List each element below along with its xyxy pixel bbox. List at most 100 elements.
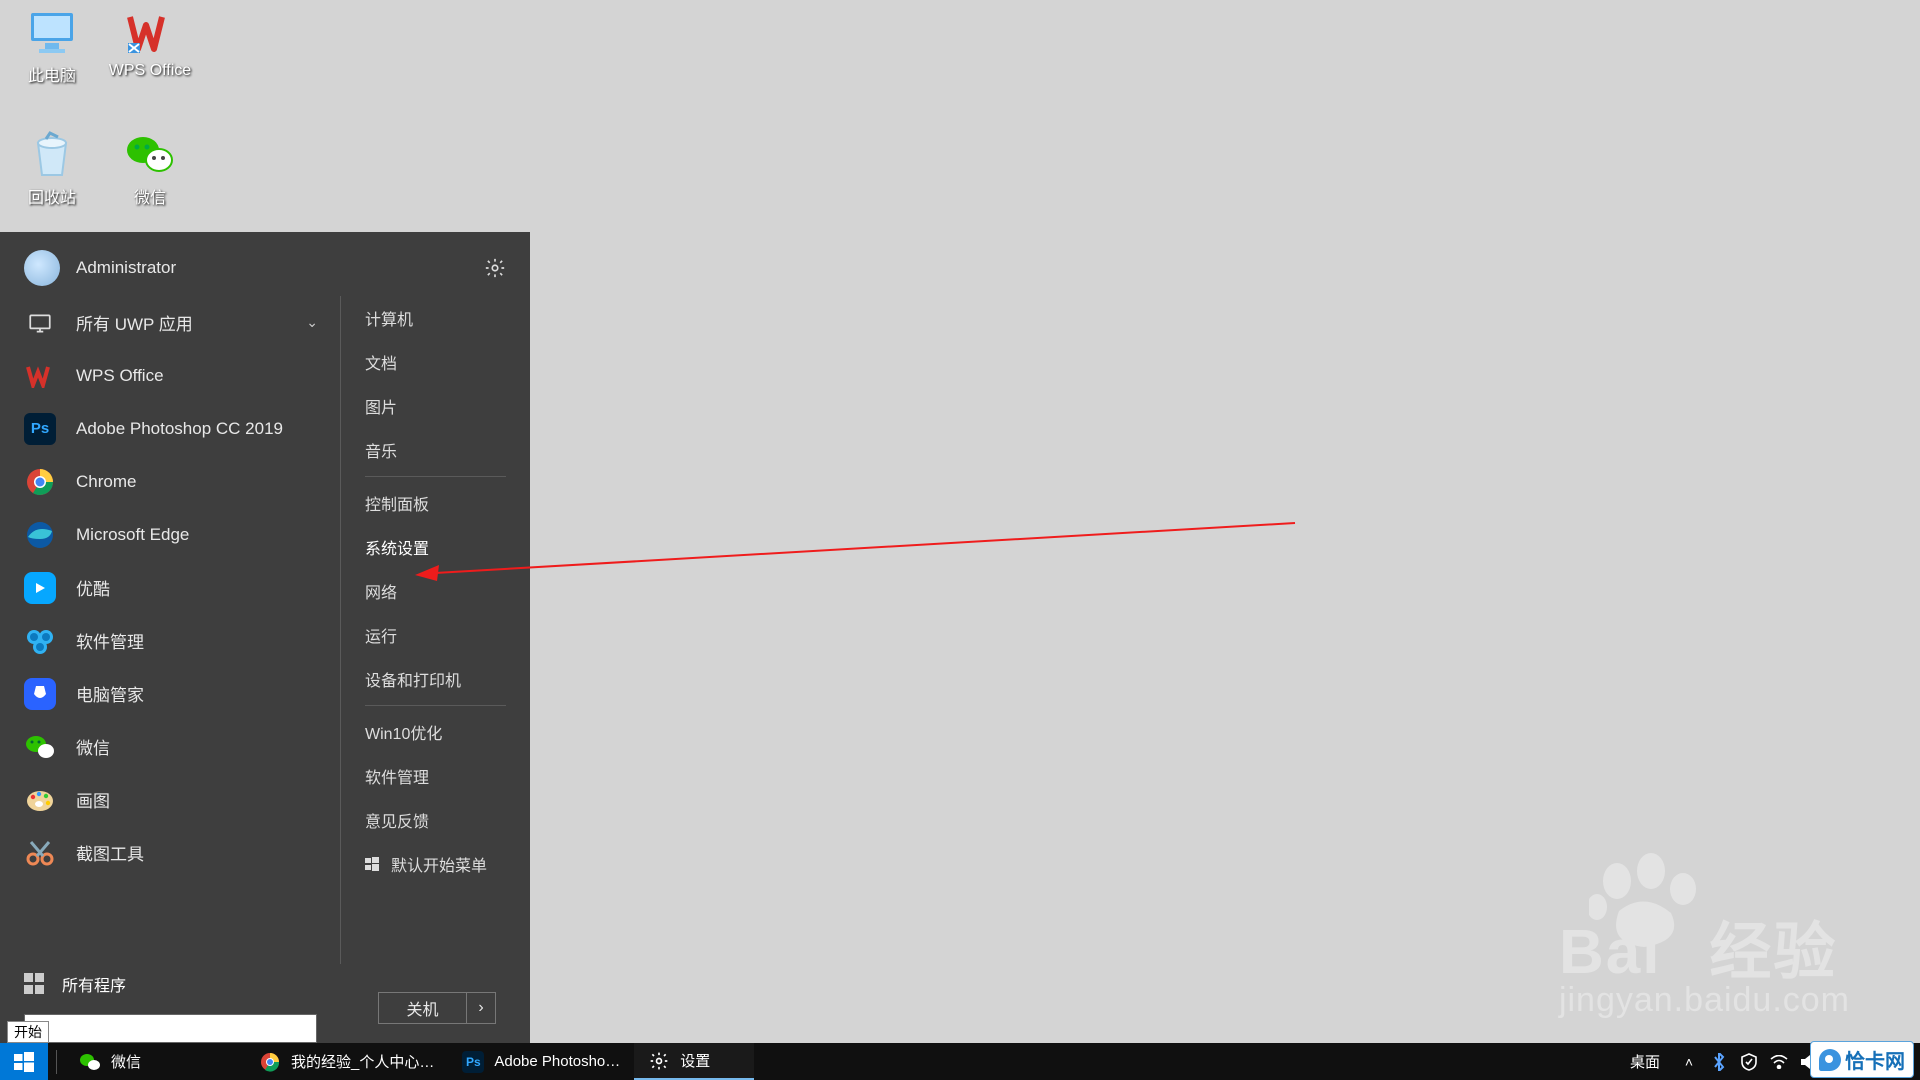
taskbar-app-photoshop[interactable]: Ps Adobe Photosho… [448,1043,634,1080]
link-devices-printers[interactable]: 设备和打印机 [365,657,506,701]
snipping-tool-icon [24,837,56,869]
app-label: Microsoft Edge [76,525,189,545]
app-youku[interactable]: 优酷 [24,561,340,614]
taskbar-app-chrome[interactable]: 我的经验_个人中心… [245,1043,448,1080]
edge-icon [24,519,56,551]
app-label: 画图 [76,787,110,812]
app-label: 所有 UWP 应用 [76,310,193,335]
app-label: Adobe Photoshop CC 2019 [76,419,283,439]
tile-icon [24,973,46,995]
shutdown-group: 关机 › [378,992,496,1024]
recycle-bin-icon [27,130,77,180]
app-label: 软件管理 [76,628,144,653]
all-programs-label: 所有程序 [62,972,126,996]
taskbar-app-settings[interactable]: 设置 [634,1043,754,1080]
app-chrome[interactable]: Chrome [24,455,340,508]
divider [365,476,506,477]
paint-icon [24,784,56,816]
wechat-icon [79,1051,101,1073]
link-run[interactable]: 运行 [365,613,506,657]
start-button[interactable] [0,1043,48,1080]
show-desktop-label[interactable]: 桌面 [1630,1051,1660,1072]
software-manager-icon [24,625,56,657]
divider [365,705,506,706]
taskbar-app-label: 我的经验_个人中心… [291,1051,434,1072]
desktop-icon-label: 微信 [100,184,200,208]
shutdown-button[interactable]: 关机 [378,992,466,1024]
windows-icon [365,857,379,871]
bluetooth-icon[interactable] [1708,1051,1730,1073]
app-wps-office[interactable]: WPS Office [24,349,340,402]
taskbar-app-label: 设置 [680,1050,710,1071]
chrome-icon [24,466,56,498]
link-default-start-menu[interactable]: 默认开始菜单 [365,842,506,886]
link-control-panel[interactable]: 控制面板 [365,481,506,525]
link-computer[interactable]: 计算机 [365,296,506,340]
gear-icon [648,1050,670,1072]
app-snipping-tool[interactable]: 截图工具 [24,826,340,879]
wechat-icon [24,731,56,763]
security-shield-icon[interactable] [1738,1051,1760,1073]
desktop-icon-label: 回收站 [2,184,102,208]
desktop-icon-this-pc[interactable]: 此电脑 [2,8,102,86]
link-system-settings[interactable]: 系统设置 [365,525,506,569]
app-label: 优酷 [76,575,110,600]
youku-icon [24,572,56,604]
desktop-icon-label: WPS Office [100,62,200,80]
taskbar-app-wechat[interactable]: 微信 [65,1043,245,1080]
start-tooltip: 开始 [7,1021,49,1043]
wps-icon [24,360,56,392]
chrome-icon [259,1051,281,1073]
watermark: Bai经验 jingyan.baidu.com [1559,901,1850,1020]
desktop-icon-recycle-bin[interactable]: 回收站 [2,130,102,208]
app-label: 电脑管家 [76,681,144,706]
link-documents[interactable]: 文档 [365,340,506,384]
start-places-column: 计算机 文档 图片 音乐 控制面板 系统设置 网络 运行 设备和打印机 Win1… [340,296,530,964]
pc-icon [27,8,77,58]
app-label: WPS Office [76,366,164,386]
wechat-icon [125,130,175,180]
start-search-input[interactable] [24,1014,317,1043]
link-music[interactable]: 音乐 [365,428,506,472]
link-pictures[interactable]: 图片 [365,384,506,428]
app-wechat[interactable]: 微信 [24,720,340,773]
photoshop-icon: Ps [24,413,56,445]
start-header: Administrator [0,232,530,296]
link-software-mgmt[interactable]: 软件管理 [365,754,506,798]
app-photoshop[interactable]: Ps Adobe Photoshop CC 2019 [24,402,340,455]
wifi-icon[interactable] [1768,1051,1790,1073]
pc-manager-icon [24,678,56,710]
corner-site-logo: 恰卡网 [1810,1041,1914,1078]
annotation-arrow [415,515,1305,585]
tray-chevron-up-icon[interactable]: ˄ [1678,1051,1700,1073]
app-label: 截图工具 [76,840,144,865]
desktop-icon-wechat[interactable]: 微信 [100,130,200,208]
app-edge[interactable]: Microsoft Edge [24,508,340,561]
paw-icon [1589,851,1699,951]
desktop-icon-label: 此电脑 [2,62,102,86]
app-label: 微信 [76,734,110,759]
link-network[interactable]: 网络 [365,569,506,613]
start-menu: Administrator 所有 UWP 应用 ⌄ WPS Office Ps … [0,232,530,1043]
all-uwp-apps[interactable]: 所有 UWP 应用 ⌄ [24,296,340,349]
taskbar: 微信 我的经验_个人中心… Ps Adobe Photosho… 设置 桌面 ˄… [0,1043,1920,1080]
link-win10-optimize[interactable]: Win10优化 [365,710,506,754]
username[interactable]: Administrator [76,258,484,278]
desktop-icon-wps[interactable]: WPS Office [100,8,200,80]
apps-icon [24,307,56,339]
wps-icon [125,8,175,58]
divider [56,1050,57,1074]
app-label: Chrome [76,472,136,492]
app-software-manager[interactable]: 软件管理 [24,614,340,667]
user-avatar[interactable] [24,250,60,286]
app-paint[interactable]: 画图 [24,773,340,826]
chevron-down-icon: ⌄ [306,314,318,331]
settings-gear-icon[interactable] [484,257,506,279]
link-feedback[interactable]: 意见反馈 [365,798,506,842]
taskbar-app-label: Adobe Photosho… [494,1053,620,1070]
start-apps-column: 所有 UWP 应用 ⌄ WPS Office Ps Adobe Photosho… [0,296,340,964]
app-pc-manager[interactable]: 电脑管家 [24,667,340,720]
taskbar-app-label: 微信 [111,1051,141,1072]
shutdown-options-button[interactable]: › [466,992,496,1024]
photoshop-icon: Ps [462,1051,484,1073]
